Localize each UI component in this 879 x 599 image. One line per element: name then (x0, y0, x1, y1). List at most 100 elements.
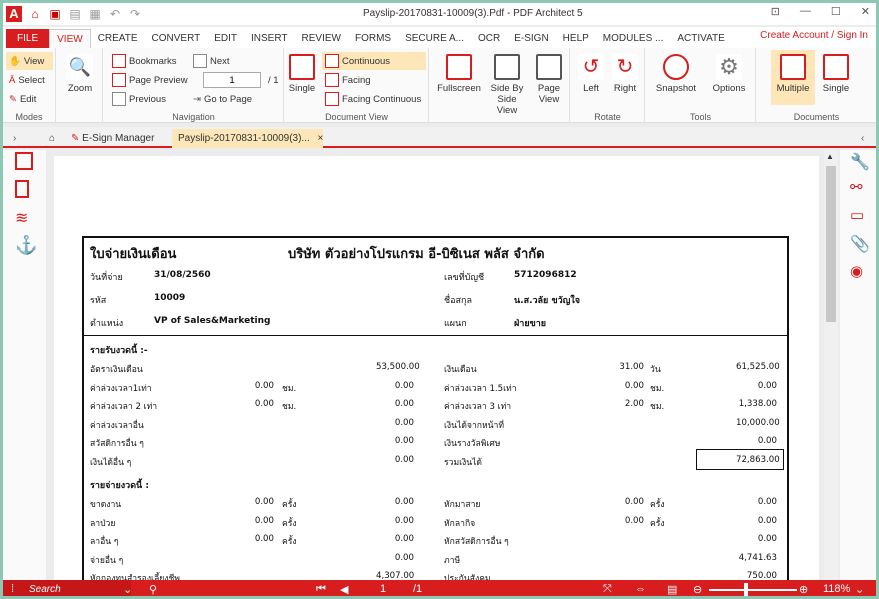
scroll-up-icon[interactable]: ▲ (826, 152, 834, 161)
camera-icon (663, 54, 689, 80)
layers-icon[interactable]: ≋ (15, 208, 33, 227)
redo-icon[interactable]: ↷ (128, 7, 142, 21)
edit-mode-button[interactable]: ✎ Edit (6, 90, 39, 108)
close-icon[interactable]: ✕ (861, 5, 870, 18)
go-to-page-button[interactable]: ⇥ Go to Page (190, 90, 255, 108)
hand-icon: ✋ (9, 55, 21, 67)
company-name: บริษัท ตัวอย่างโปรแกรม อี-บิซิเนส พลัส จ… (288, 247, 545, 262)
zoom-out-icon[interactable]: ⊖ (693, 583, 702, 596)
app-logo-icon[interactable]: A (6, 6, 22, 22)
wrench-icon[interactable]: 🔧 (850, 152, 870, 172)
fullscreen-button[interactable]: Fullscreen (434, 50, 484, 94)
compare-icon[interactable]: ⚯ (850, 178, 863, 196)
print-icon[interactable]: ▦ (88, 7, 102, 21)
tab-review[interactable]: REVIEW (295, 29, 348, 48)
page-view-button[interactable]: Page View (532, 50, 566, 105)
home-icon[interactable]: ⌂ (28, 7, 42, 21)
next-button[interactable]: Next (190, 52, 233, 70)
next-label: Next (210, 55, 230, 67)
undo-icon[interactable]: ↶ (108, 7, 122, 21)
fit-page-icon[interactable]: ⤧ (603, 583, 612, 596)
tab-esign-manager[interactable]: ✎ E-Sign Manager (65, 129, 160, 148)
tab-convert[interactable]: CONVERT (145, 29, 208, 48)
open-folder-icon[interactable]: ▣ (48, 7, 62, 21)
single-view-button[interactable]: Single (287, 50, 317, 94)
stamp-icon[interactable]: ◉ (850, 262, 863, 280)
payslip-cell-amount: 10,000.00 (736, 417, 780, 428)
maximize-icon[interactable]: ☐ (831, 5, 841, 18)
facing-button[interactable]: Facing (322, 71, 374, 89)
tab-modules[interactable]: MODULES ... (596, 29, 671, 48)
rotate-right-label: Right (613, 83, 637, 94)
previous-page-status-icon[interactable]: ◀ (340, 583, 348, 596)
tab-payslip[interactable]: Payslip-20170831-10009(3)... × (172, 129, 323, 148)
minimize-icon[interactable]: — (800, 5, 811, 18)
rotate-left-button[interactable]: ↺ Left (577, 50, 605, 94)
payslip-cell-label: จ่ายอื่น ๆ (90, 555, 124, 566)
view-mode-button[interactable]: ✋ View (6, 52, 53, 70)
page-preview-button[interactable]: Page Preview (109, 71, 191, 89)
fit-width-icon[interactable]: ⇔ (635, 583, 646, 595)
tab-help[interactable]: HELP (556, 29, 596, 48)
search-box[interactable]: Search (3, 580, 131, 596)
payslip-cell-amount: 0.00 (757, 497, 777, 507)
create-account-link[interactable]: Create Account / Sign In (760, 30, 868, 41)
search-icon[interactable]: ⚲ (149, 583, 157, 596)
actual-size-icon[interactable]: ▤ (667, 583, 677, 596)
options-button[interactable]: ⚙ Options (708, 50, 750, 94)
previous-button[interactable]: Previous (109, 90, 169, 108)
side-by-side-button[interactable]: Side By Side View (488, 50, 526, 116)
continuous-button[interactable]: Continuous (322, 52, 426, 70)
tab-activate[interactable]: ACTIVATE (670, 29, 731, 48)
zoom-slider-handle[interactable] (744, 583, 748, 596)
select-mode-button[interactable]: Ā Select (6, 71, 48, 89)
home-tab-icon[interactable]: ⌂ (43, 129, 61, 148)
tab-create[interactable]: CREATE (91, 29, 145, 48)
zoom-level[interactable]: 118% (823, 583, 850, 595)
zoom-button[interactable]: 🔍 Zoom (65, 50, 95, 94)
select-mode-label: Select (18, 74, 45, 86)
navigation-group: Bookmarks Page Preview Previous Next / 1… (104, 48, 284, 123)
esign-tab-label: E-Sign Manager (82, 133, 155, 144)
zoom-in-icon[interactable]: ⊕ (799, 583, 808, 596)
vertical-scrollbar[interactable]: ▲ (824, 150, 838, 580)
zoom-slider[interactable] (709, 589, 797, 591)
first-page-icon[interactable]: ⏮ (316, 583, 326, 596)
tab-file[interactable]: FILE (6, 29, 50, 48)
status-page-number[interactable]: 1 (380, 583, 386, 595)
page-preview-icon (112, 73, 126, 87)
snapshot-button[interactable]: Snapshot (650, 50, 702, 94)
attachment-icon[interactable]: 📎 (850, 234, 870, 254)
tools-group: Snapshot ⚙ Options Tools (646, 48, 756, 123)
thumbnails-icon[interactable] (15, 152, 33, 170)
tab-forms[interactable]: FORMS (348, 29, 398, 48)
facing-continuous-button[interactable]: Facing Continuous (322, 90, 424, 108)
tab-esign[interactable]: E-SIGN (507, 29, 555, 48)
tab-ocr[interactable]: OCR (471, 29, 507, 48)
bookmarks-panel-icon[interactable] (15, 180, 29, 198)
esign-icon: ✎ (71, 133, 80, 144)
panel-toggle-icon[interactable]: › (7, 129, 22, 148)
chevron-down-icon[interactable]: ⌄ (123, 583, 132, 596)
rotate-right-button[interactable]: ↻ Right (611, 50, 639, 94)
tab-edit[interactable]: EDIT (207, 29, 244, 48)
scroll-thumb[interactable] (826, 166, 836, 322)
tab-view[interactable]: VIEW (49, 29, 91, 48)
modes-group-label: Modes (15, 112, 43, 122)
bookmarks-button[interactable]: Bookmarks (109, 52, 180, 70)
tab-insert[interactable]: INSERT (244, 29, 295, 48)
tab-secure[interactable]: SECURE A... (398, 29, 471, 48)
anchor-icon[interactable]: ⚓ (15, 235, 37, 255)
multiple-documents-button[interactable]: Multiple (771, 50, 815, 105)
page-number-input[interactable] (203, 72, 261, 88)
save-icon[interactable]: ▤ (68, 7, 82, 21)
single-document-button[interactable]: Single (819, 50, 853, 94)
close-tab-icon[interactable]: × (318, 133, 324, 144)
zoom-dropdown-icon[interactable]: ⌄ (855, 583, 864, 596)
restore-icon[interactable]: ⊡ (771, 5, 780, 18)
payslip-cell-unit: ครั้ง (650, 500, 665, 510)
right-panel-toggle-icon[interactable]: ‹ (855, 129, 870, 148)
page-view-label: Page View (537, 83, 561, 105)
comment-icon[interactable]: ▭ (850, 206, 864, 224)
document-view-group: Single Continuous Facing Facing Continuo… (285, 48, 429, 123)
